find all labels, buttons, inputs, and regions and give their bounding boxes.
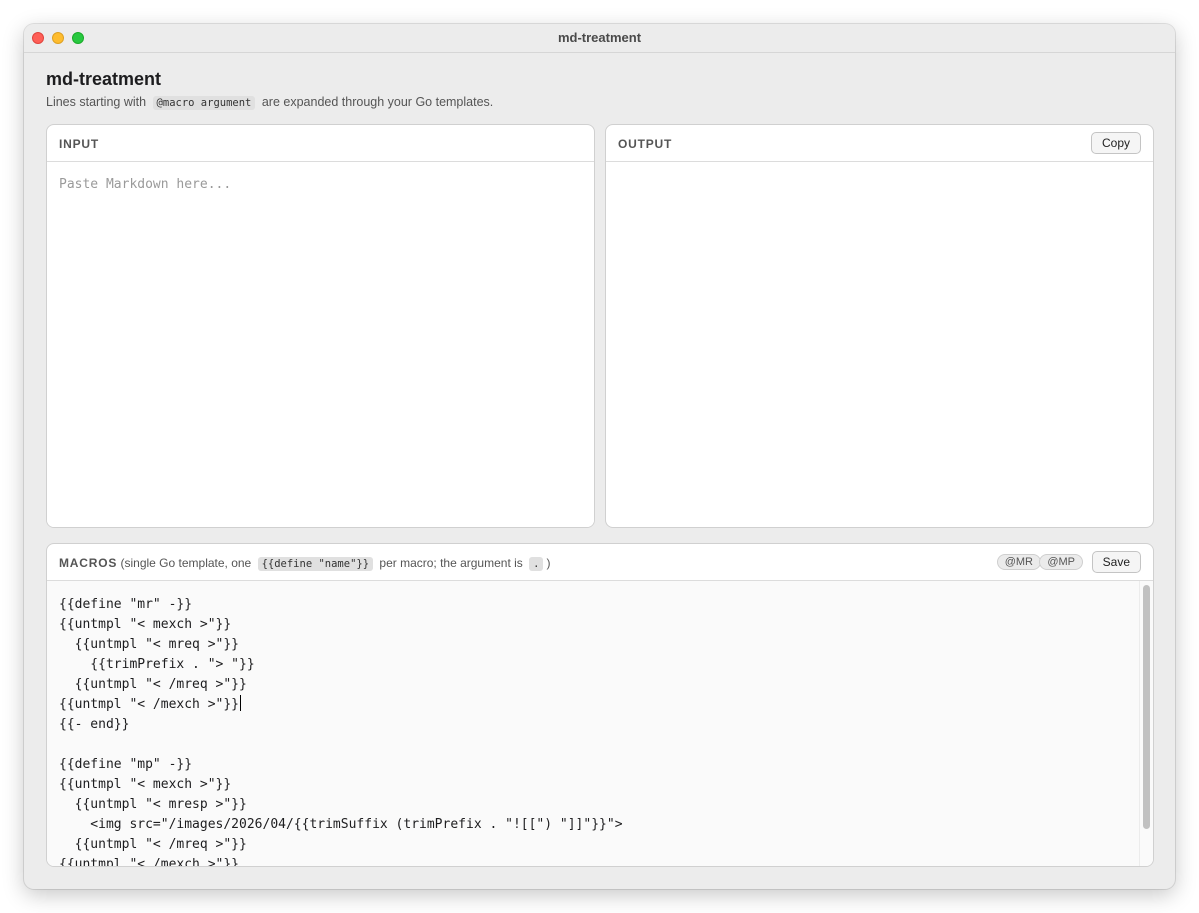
- code-line: {{untmpl "< mexch >"}}: [59, 617, 232, 632]
- markdown-input[interactable]: [47, 162, 594, 527]
- input-label: INPUT: [59, 137, 99, 151]
- text-cursor: [240, 695, 242, 711]
- macros-scrollbar-thumb[interactable]: [1143, 585, 1150, 829]
- page-title: md-treatment: [46, 69, 162, 89]
- code-line: <img src="/images/2026/04/{{trimSuffix (…: [59, 817, 623, 832]
- macros-desc-part3: ): [546, 556, 551, 570]
- window-title: md-treatment: [557, 30, 642, 45]
- code-line: {{untmpl "< /mexch >"}}: [59, 857, 240, 866]
- code-line: {{untmpl "< /mexch >"}}: [59, 697, 240, 712]
- macros-label: MACROS: [59, 556, 118, 570]
- macro-chip-mp[interactable]: @MP: [1039, 554, 1083, 570]
- macros-desc-code2: .: [529, 557, 544, 571]
- app-window: md-treatment md-treatment Lines starting…: [24, 24, 1175, 889]
- output-label: OUTPUT: [618, 137, 673, 151]
- code-line: {{untmpl "< /mreq >"}}: [59, 837, 247, 852]
- macros-desc-code1: {{define "name"}}: [257, 557, 374, 571]
- code-line: {{trimPrefix . "> "}}: [59, 657, 255, 672]
- code-line: {{untmpl "< mreq >"}}: [59, 637, 240, 652]
- macros-scrollbar[interactable]: [1139, 581, 1153, 866]
- output-panel: OUTPUT Copy: [605, 124, 1154, 528]
- output-panel-header: OUTPUT Copy: [606, 125, 1153, 162]
- code-line: {{untmpl "< /mreq >"}}: [59, 677, 247, 692]
- page-subtitle: Lines starting with @macro argument are …: [46, 95, 494, 110]
- input-panel-header: INPUT: [47, 125, 594, 162]
- code-line: {{define "mr" -}}: [59, 597, 193, 612]
- macros-desc-part2: per macro; the argument is: [379, 556, 523, 570]
- save-button[interactable]: Save: [1091, 551, 1141, 573]
- subtitle-code: @macro argument: [152, 96, 256, 110]
- code-line: {{define "mp" -}}: [59, 757, 193, 772]
- copy-button[interactable]: Copy: [1090, 132, 1141, 154]
- code-line: {{untmpl "< mexch >"}}: [59, 777, 232, 792]
- macros-code[interactable]: {{define "mr" -}} {{untmpl "< mexch >"}}…: [47, 581, 1139, 866]
- subtitle-suffix: are expanded through your Go templates.: [261, 95, 494, 109]
- markdown-output[interactable]: [606, 162, 1153, 527]
- title-bar[interactable]: md-treatment: [24, 24, 1175, 53]
- input-panel: INPUT: [46, 124, 595, 528]
- subtitle-prefix: Lines starting with: [46, 95, 147, 109]
- main-content: md-treatment Lines starting with @macro …: [24, 53, 1175, 889]
- macros-panel-header: MACROS (single Go template, one {{define…: [47, 544, 1153, 581]
- code-line: {{untmpl "< mresp >"}}: [59, 797, 247, 812]
- macros-panel: MACROS (single Go template, one {{define…: [46, 543, 1154, 867]
- code-line: {{- end}}: [59, 717, 130, 732]
- macros-description: MACROS (single Go template, one {{define…: [59, 556, 551, 571]
- macro-chip-mr[interactable]: @MR: [996, 554, 1041, 570]
- macros-desc-part1: (single Go template, one: [120, 556, 252, 570]
- macros-editor[interactable]: {{define "mr" -}} {{untmpl "< mexch >"}}…: [47, 581, 1139, 866]
